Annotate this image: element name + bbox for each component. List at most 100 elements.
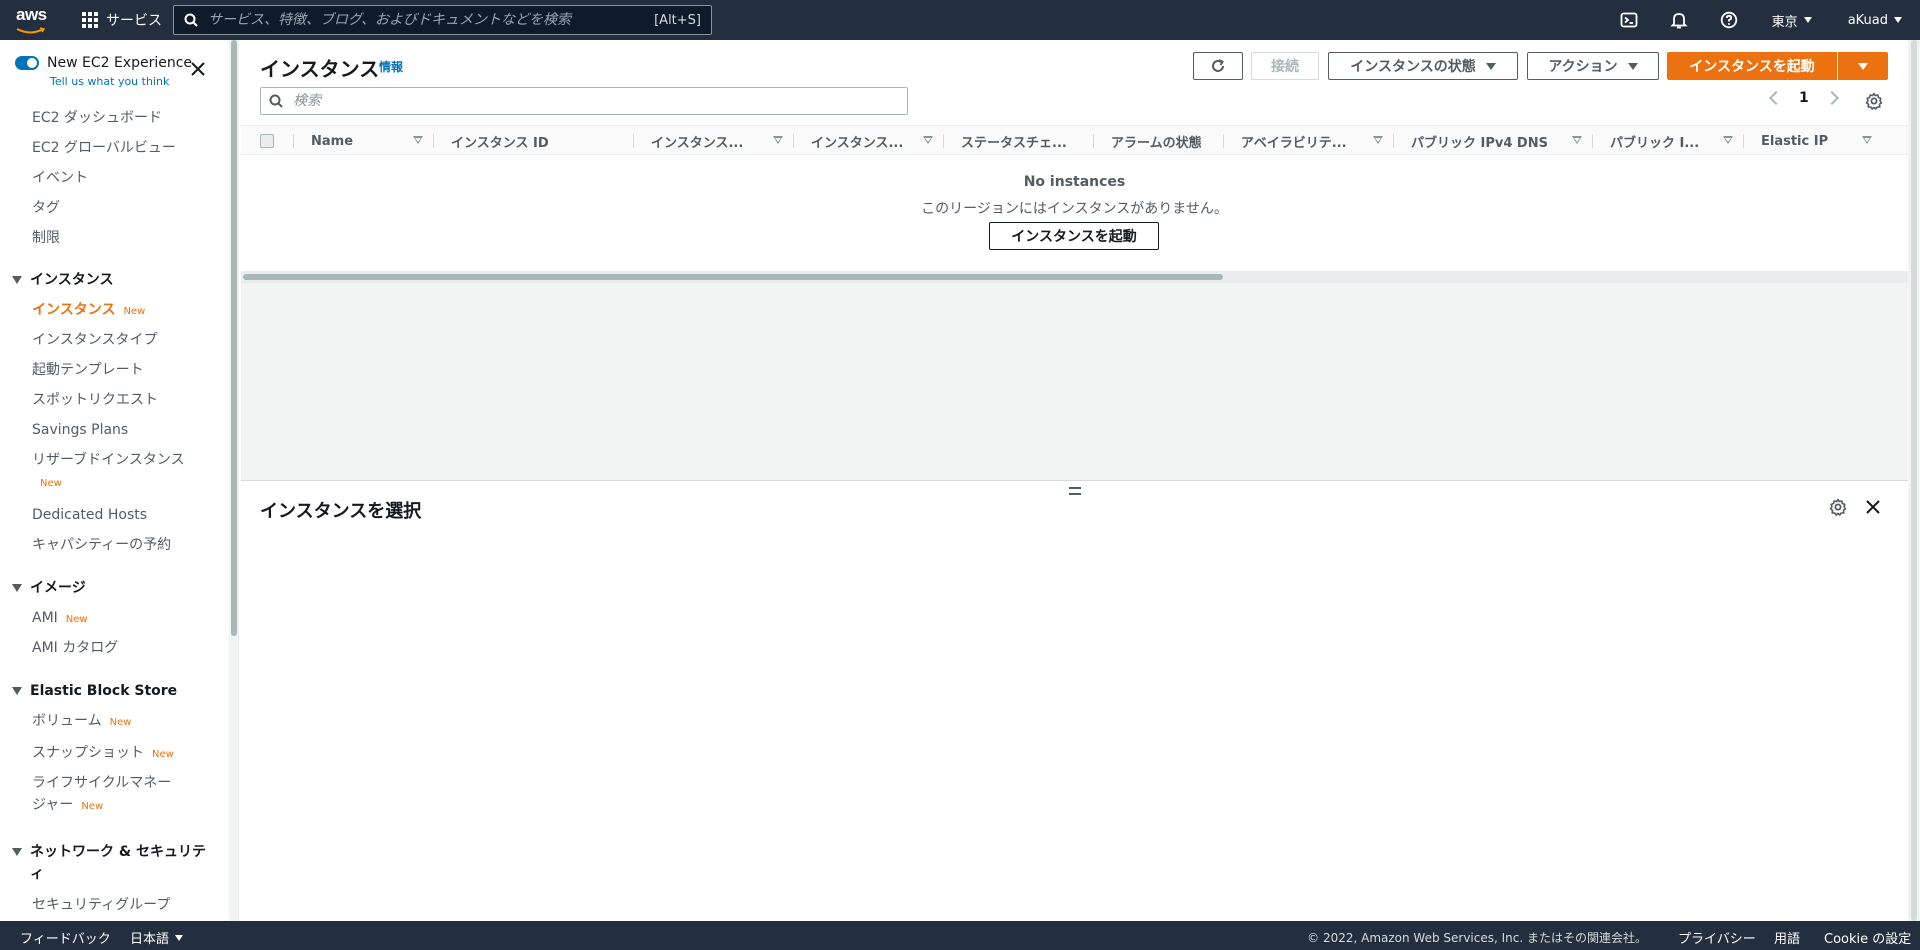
column-header-public-ip[interactable]: パブリック I...: [1592, 126, 1743, 156]
table-horizontal-scrollbar[interactable]: [241, 271, 1908, 283]
actions-dropdown[interactable]: アクション: [1527, 52, 1659, 80]
chevron-right-icon[interactable]: [1824, 90, 1839, 106]
cloudshell-button[interactable]: [1604, 0, 1654, 40]
footer-feedback-link[interactable]: フィードバック: [20, 928, 111, 947]
gear-icon[interactable]: [1865, 92, 1883, 110]
aws-logo[interactable]: aws: [16, 5, 52, 34]
region-label: 東京: [1771, 14, 1798, 30]
main-scrollbar[interactable]: [1908, 40, 1920, 921]
sidebar-item-spot-requests[interactable]: スポットリクエスト: [32, 389, 158, 411]
column-header-name[interactable]: Name: [293, 126, 433, 156]
new-badge: New: [81, 801, 104, 812]
column-header-instance-type[interactable]: インスタンス...: [793, 126, 943, 156]
caret-down-icon: [12, 584, 22, 592]
feedback-link[interactable]: Tell us what you think: [50, 75, 169, 88]
info-link[interactable]: 情報: [379, 58, 403, 75]
column-header-elastic-ip[interactable]: Elastic IP: [1743, 126, 1882, 156]
column-label: インスタンス...: [811, 135, 904, 151]
sidebar-item-ami-catalog[interactable]: AMI カタログ: [32, 637, 118, 659]
empty-launch-instance-button[interactable]: インスタンスを起動: [989, 222, 1159, 250]
instance-state-dropdown[interactable]: インスタンスの状態: [1328, 52, 1518, 80]
sort-icon: [773, 136, 783, 144]
sidebar-section-network[interactable]: ネットワーク & セキュリティ: [12, 841, 212, 885]
launch-instance-dropdown[interactable]: [1838, 52, 1888, 80]
global-search-input[interactable]: [208, 12, 655, 28]
sidebar-item-global-view[interactable]: EC2 グローバルビュー: [32, 137, 176, 159]
gear-icon[interactable]: [1829, 498, 1847, 516]
help-icon: [1720, 11, 1737, 29]
column-header-public-ipv4-dns[interactable]: パブリック IPv4 DNS: [1393, 126, 1592, 156]
close-icon[interactable]: [1865, 499, 1881, 515]
notifications-button[interactable]: [1654, 0, 1704, 40]
sidebar-item-volumes[interactable]: ボリューム New: [32, 710, 131, 734]
sidebar-item-snapshots[interactable]: スナップショット New: [32, 742, 174, 766]
column-label: パブリック I...: [1610, 135, 1700, 151]
language-label: 日本語: [130, 932, 170, 947]
caret-down-icon: [1485, 62, 1496, 70]
sidebar-item-instance-types[interactable]: インスタンスタイプ: [32, 329, 157, 351]
account-menu[interactable]: aKuad: [1830, 0, 1920, 40]
column-header-availability-zone[interactable]: アベイラビリテ...: [1223, 126, 1393, 156]
new-badge: New: [40, 478, 62, 489]
sidebar-item-security-groups[interactable]: セキュリティグループ: [32, 894, 170, 916]
search-icon: [269, 94, 283, 108]
services-menu-button[interactable]: サービス: [82, 8, 162, 32]
sidebar-item-launch-templates[interactable]: 起動テンプレート: [32, 359, 144, 381]
detail-panel-title: インスタンスを選択: [260, 501, 422, 522]
sidebar-item-ami[interactable]: AMI New: [32, 607, 88, 631]
connect-button[interactable]: 接続: [1251, 52, 1319, 80]
help-button[interactable]: [1704, 0, 1754, 40]
caret-down-icon: [1894, 17, 1902, 23]
section-label: Elastic Block Store: [30, 683, 178, 699]
region-selector[interactable]: 東京: [1754, 0, 1830, 40]
column-header-instance-id[interactable]: インスタンス ID: [433, 126, 633, 156]
sidebar-item-limits[interactable]: 制限: [32, 227, 60, 249]
sidebar-item-tags[interactable]: タグ: [32, 197, 60, 219]
sidebar-item-events[interactable]: イベント: [32, 167, 88, 189]
instance-filter[interactable]: [260, 87, 908, 115]
footer-privacy-link[interactable]: プライバシー: [1678, 928, 1756, 947]
footer-language-selector[interactable]: 日本語: [130, 928, 184, 947]
sidebar-scrollbar[interactable]: [229, 40, 239, 921]
new-experience-toggle[interactable]: [15, 56, 39, 70]
sidebar-item-reserved-instances[interactable]: リザーブドインスタンス: [32, 449, 185, 471]
button-label: 接続: [1271, 59, 1299, 75]
column-header-alarm-status[interactable]: アラームの状態: [1093, 126, 1223, 156]
sidebar-item-capacity-reservations[interactable]: キャパシティーの予約: [32, 534, 171, 556]
footer-terms-link[interactable]: 用語: [1774, 928, 1800, 947]
filter-input[interactable]: [293, 93, 899, 109]
aws-logo-text: aws: [16, 5, 47, 24]
footer-cookie-link[interactable]: Cookie の設定: [1824, 928, 1911, 947]
select-all-checkbox[interactable]: [260, 134, 274, 148]
column-header-instance-state[interactable]: インスタンス...: [633, 126, 793, 156]
split-panel-handle[interactable]: [1069, 487, 1081, 495]
sidebar-section-instances[interactable]: インスタンス: [12, 269, 113, 291]
section-label: イメージ: [30, 580, 86, 596]
section-label: ネットワーク & セキュリティ: [30, 844, 206, 882]
sidebar-item-label: インスタンス: [32, 302, 116, 318]
sidebar-item-label: ライフサイクルマネー: [32, 775, 172, 791]
sidebar-item-savings-plans[interactable]: Savings Plans: [32, 419, 128, 441]
sidebar-item-dedicated-hosts[interactable]: Dedicated Hosts: [32, 504, 147, 526]
close-icon[interactable]: [189, 60, 207, 78]
launch-instance-button[interactable]: インスタンスを起動: [1667, 52, 1837, 80]
sidebar-section-ebs[interactable]: Elastic Block Store: [12, 680, 177, 702]
refresh-button[interactable]: [1193, 52, 1243, 80]
sidebar-item-instances[interactable]: インスタンス New: [32, 299, 145, 323]
sidebar: New EC2 Experience Tell us what you thin…: [0, 40, 229, 921]
scrollbar-thumb[interactable]: [243, 274, 1223, 280]
empty-state-title: No instances: [1023, 174, 1126, 190]
sidebar-item-lifecycle-manager[interactable]: ライフサイクルマネー ジャー New: [32, 772, 171, 818]
column-header-status-check[interactable]: ステータスチェ...: [943, 126, 1093, 156]
scrollbar-thumb[interactable]: [1911, 40, 1917, 921]
chevron-left-icon[interactable]: [1768, 90, 1784, 106]
sort-icon: [923, 136, 933, 144]
sidebar-section-images[interactable]: イメージ: [12, 577, 86, 599]
sidebar-item-label: AMI: [32, 610, 58, 626]
caret-down-icon: [12, 276, 22, 284]
page-number[interactable]: 1: [1799, 90, 1809, 106]
page-title: インスタンス: [260, 57, 380, 81]
global-search[interactable]: [Alt+S]: [173, 5, 712, 35]
scrollbar-thumb[interactable]: [231, 40, 237, 636]
sidebar-item-ec2-dashboard[interactable]: EC2 ダッシュボード: [32, 107, 162, 129]
